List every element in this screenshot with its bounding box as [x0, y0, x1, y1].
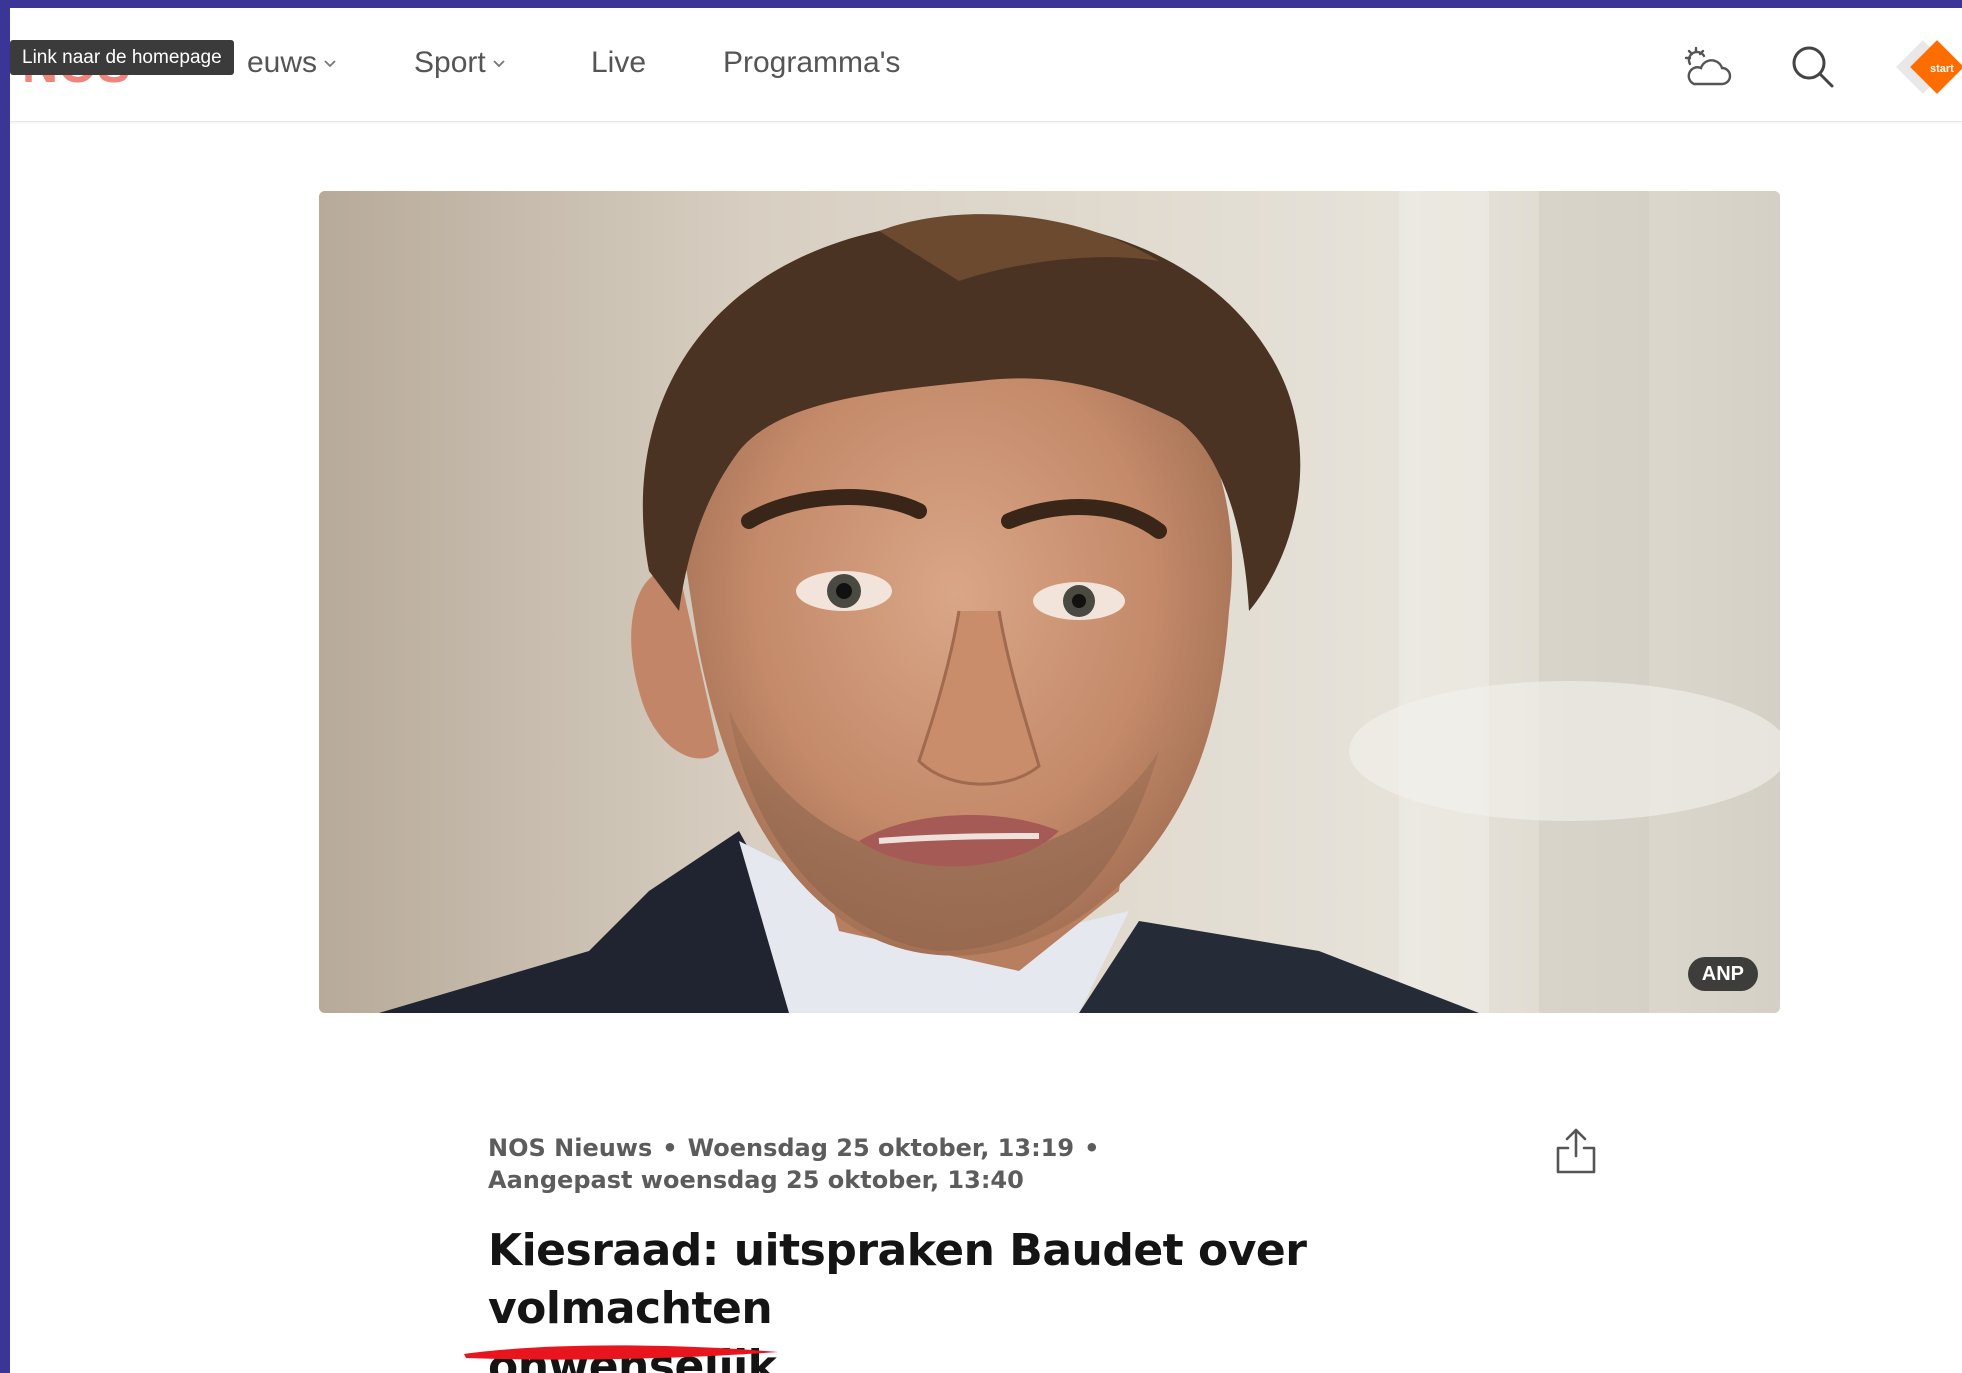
separator-dot: • [1084, 1134, 1100, 1162]
search-icon[interactable] [1786, 40, 1840, 94]
article-updated: Aangepast woensdag 25 oktober, 13:40 [488, 1166, 1024, 1194]
separator-dot: • [662, 1134, 678, 1162]
article-meta-line1: NOS Nieuws • Woensdag 25 oktober, 13:19 • [488, 1132, 1109, 1164]
chevron-down-icon [493, 60, 505, 68]
red-underline-annotation [464, 1345, 778, 1360]
nos-start-label: start [1930, 63, 1954, 75]
portrait-image [319, 191, 1780, 1013]
nav-item-nieuws-label: euws [247, 46, 318, 79]
nav-item-programmas[interactable]: Programma's [723, 46, 900, 80]
article-source: NOS Nieuws [488, 1134, 653, 1162]
nav-item-sport[interactable]: Sport [414, 46, 506, 80]
chevron-down-icon [324, 60, 336, 68]
article-meta: NOS Nieuws • Woensdag 25 oktober, 13:19 • A… [488, 1132, 1109, 1196]
page: NOS Link naar de homepage euws Sport Liv… [10, 8, 1962, 1373]
homepage-tooltip: Link naar de homepage [10, 40, 234, 75]
nav-item-nieuws[interactable]: euws [247, 46, 337, 80]
image-credit-badge: ANP [1687, 957, 1758, 991]
nav-item-live[interactable]: Live [591, 46, 646, 80]
share-icon[interactable] [1554, 1126, 1598, 1176]
top-navigation-bar: NOS Link naar de homepage euws Sport Liv… [10, 8, 1962, 122]
nav-item-live-label: Live [591, 46, 647, 79]
nav-item-sport-label: Sport [414, 46, 486, 79]
nos-start-icon[interactable]: start [1894, 38, 1962, 96]
article-hero-image: ANP [319, 191, 1780, 1013]
window-frame-top [0, 0, 1962, 8]
weather-icon[interactable] [1680, 40, 1734, 94]
window-frame-left [0, 0, 10, 1373]
article-headline-line1: Kiesraad: uitspraken Baudet over volmach… [488, 1225, 1307, 1334]
article-published: Woensdag 25 oktober, 13:19 [687, 1134, 1075, 1162]
nav-item-programmas-label: Programma's [723, 46, 901, 79]
